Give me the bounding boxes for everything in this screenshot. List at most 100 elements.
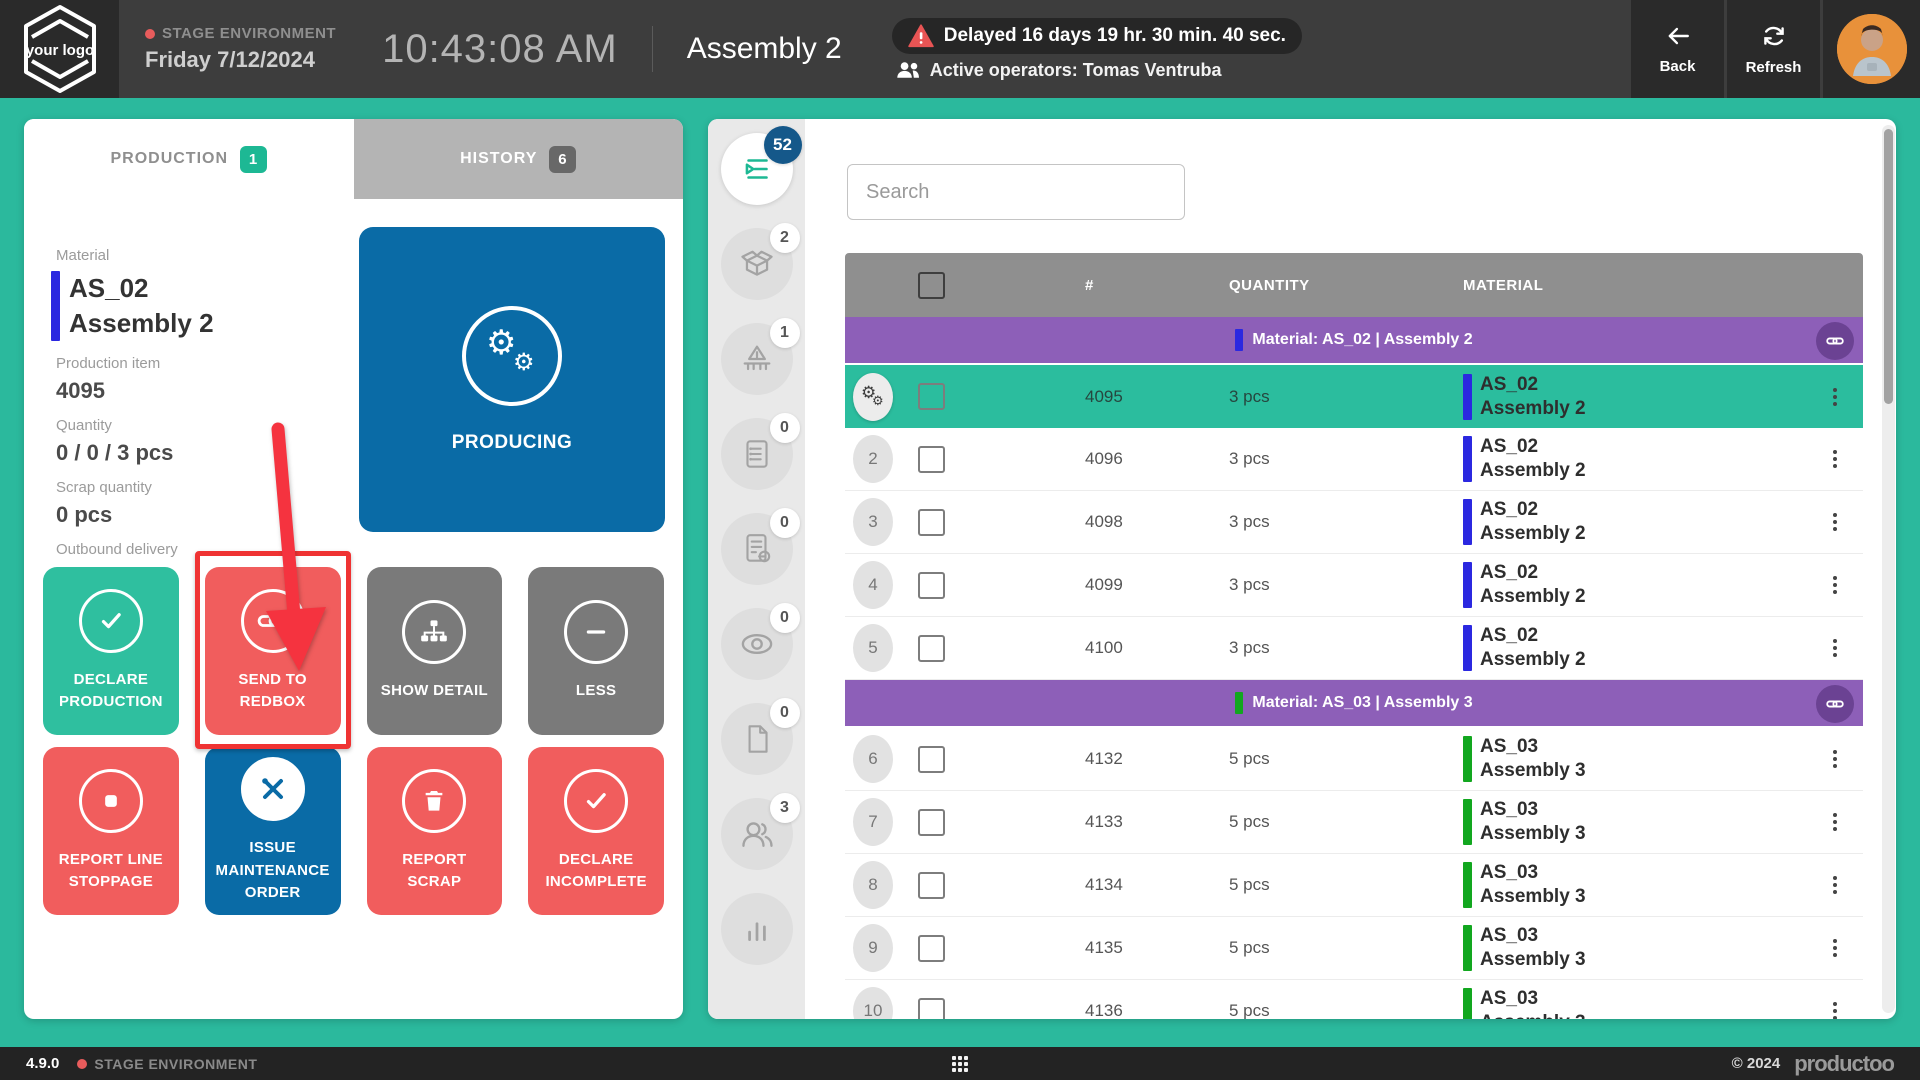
rail-badge: 52: [764, 126, 802, 164]
order-number: 4096: [961, 449, 1161, 469]
order-row[interactable]: 8 4134 5 pcs AS_03 Assembly 3: [845, 854, 1863, 917]
row-menu-button[interactable]: [1827, 444, 1843, 474]
column-header-id: #: [961, 277, 1161, 294]
group-link-button[interactable]: [1816, 322, 1854, 360]
group-link-button[interactable]: [1816, 685, 1854, 723]
producing-label: PRODUCING: [452, 432, 573, 454]
rail-operators[interactable]: 3: [721, 798, 793, 870]
material-group-color-bar: [1235, 692, 1243, 714]
order-material: AS_03 Assembly 3: [1421, 924, 1807, 972]
material-code: AS_02: [1480, 561, 1586, 585]
row-checkbox[interactable]: [918, 998, 945, 1020]
row-number-chip: 3: [853, 498, 893, 546]
row-menu-button[interactable]: [1827, 507, 1843, 537]
delay-text: Delayed 16 days 19 hr. 30 min. 40 sec.: [944, 25, 1286, 47]
order-material: AS_03 Assembly 3: [1421, 735, 1807, 783]
row-menu-button[interactable]: [1827, 744, 1843, 774]
rail-checklist[interactable]: 0: [721, 418, 793, 490]
rail-badge: 1: [770, 318, 800, 348]
scrollbar-track[interactable]: [1882, 125, 1895, 1013]
material-code: AS_02: [1480, 435, 1586, 459]
environment-info: STAGE ENVIRONMENT Friday 7/12/2024: [145, 25, 336, 73]
rail-document-sign[interactable]: 0: [721, 513, 793, 585]
row-menu-button[interactable]: [1827, 633, 1843, 663]
row-checkbox[interactable]: [918, 509, 945, 536]
rail-packaging[interactable]: 2: [721, 228, 793, 300]
back-button[interactable]: Back: [1631, 0, 1724, 98]
avatar-photo: [1837, 14, 1907, 84]
row-menu-button[interactable]: [1827, 570, 1843, 600]
row-checkbox[interactable]: [918, 446, 945, 473]
order-row[interactable]: 9 4135 5 pcs AS_03 Assembly 3: [845, 917, 1863, 980]
row-number-chip: 8: [853, 861, 893, 909]
scrollbar-thumb[interactable]: [1884, 129, 1893, 404]
row-menu-button[interactable]: [1827, 996, 1843, 1019]
select-all-checkbox[interactable]: [918, 272, 945, 299]
user-avatar-block[interactable]: [1823, 0, 1920, 98]
row-menu-button[interactable]: [1827, 870, 1843, 900]
row-number-chip: 2: [853, 435, 893, 483]
order-number: 4134: [961, 875, 1161, 895]
material-color-bar: [1463, 625, 1472, 671]
row-menu-button[interactable]: [1827, 807, 1843, 837]
material-name: Assembly 2: [1480, 459, 1586, 483]
row-menu-button[interactable]: [1827, 933, 1843, 963]
active-operators: Active operators: Tomas Ventruba: [892, 60, 1302, 81]
issue-maintenance-order-label: ISSUE MAINTENANCE ORDER: [215, 837, 331, 905]
checklist-icon: [739, 436, 775, 472]
row-menu-button[interactable]: [1827, 382, 1843, 412]
apps-grid-icon[interactable]: [952, 1056, 968, 1072]
rail-badge: 0: [770, 603, 800, 633]
report-line-stoppage-button[interactable]: REPORT LINE STOPPAGE: [43, 747, 179, 915]
report-scrap-button[interactable]: REPORT SCRAP: [367, 747, 503, 915]
declare-incomplete-label: DECLARE INCOMPLETE: [538, 849, 654, 894]
check-icon: [79, 589, 143, 653]
producing-status-tile[interactable]: ⚙⚙ PRODUCING: [359, 227, 665, 532]
order-row[interactable]: 4 4099 3 pcs AS_02 Assembly 2: [845, 554, 1863, 617]
tab-production-label: PRODUCTION: [110, 150, 228, 168]
less-button[interactable]: LESS: [528, 567, 664, 735]
order-number: 4132: [961, 749, 1161, 769]
link-icon: [1826, 695, 1844, 713]
rail-statistics[interactable]: [721, 893, 793, 965]
tab-production[interactable]: PRODUCTION 1: [24, 119, 354, 199]
row-checkbox[interactable]: [918, 809, 945, 836]
material-group-color-bar: [1235, 329, 1243, 351]
row-number-chip: 6: [853, 735, 893, 783]
order-quantity: 3 pcs: [1161, 449, 1421, 469]
send-to-redbox-button[interactable]: SEND TO REDBOX: [205, 567, 341, 735]
material-code: AS_03: [1480, 798, 1586, 822]
rail-documents[interactable]: 0: [721, 703, 793, 775]
row-checkbox[interactable]: [918, 935, 945, 962]
stop-icon: [79, 769, 143, 833]
row-checkbox[interactable]: [918, 872, 945, 899]
minus-icon: [564, 600, 628, 664]
refresh-button[interactable]: Refresh: [1727, 0, 1820, 98]
row-checkbox[interactable]: [918, 572, 945, 599]
order-material: AS_02 Assembly 2: [1421, 498, 1807, 546]
material-block: AS_02 Assembly 2: [51, 271, 336, 341]
order-row[interactable]: 2 4096 3 pcs AS_02 Assembly 2: [845, 428, 1863, 491]
order-row[interactable]: 6 4132 5 pcs AS_03 Assembly 3: [845, 728, 1863, 791]
order-row[interactable]: 7 4133 5 pcs AS_03 Assembly 3: [845, 791, 1863, 854]
issue-maintenance-order-button[interactable]: ISSUE MAINTENANCE ORDER: [205, 747, 341, 915]
row-checkbox[interactable]: [918, 635, 945, 662]
order-row[interactable]: ⚙⚙ 4095 3 pcs AS_02 Assembly 2: [845, 365, 1863, 428]
search-input[interactable]: [847, 164, 1185, 220]
declare-incomplete-button[interactable]: DECLARE INCOMPLETE: [528, 747, 664, 915]
order-row[interactable]: 3 4098 3 pcs AS_02 Assembly 2: [845, 491, 1863, 554]
rail-line-warning[interactable]: 1: [721, 323, 793, 395]
orders-content: # QUANTITY MATERIAL Material: AS_02 | As…: [805, 119, 1896, 1019]
material-code: AS_02: [1480, 498, 1586, 522]
rail-production-queue[interactable]: 52: [721, 133, 793, 205]
row-checkbox[interactable]: [918, 746, 945, 773]
rail-visual-inspection[interactable]: 0: [721, 608, 793, 680]
logo-block[interactable]: your logo: [0, 0, 119, 98]
copyright: © 2024: [1732, 1055, 1781, 1072]
row-checkbox[interactable]: [918, 383, 945, 410]
show-detail-button[interactable]: SHOW DETAIL: [367, 567, 503, 735]
order-row[interactable]: 5 4100 3 pcs AS_02 Assembly 2: [845, 617, 1863, 680]
declare-production-button[interactable]: DECLARE PRODUCTION: [43, 567, 179, 735]
order-row[interactable]: 10 4136 5 pcs AS_03 Assembly 3: [845, 980, 1863, 1019]
tab-history[interactable]: HISTORY 6: [354, 119, 684, 199]
